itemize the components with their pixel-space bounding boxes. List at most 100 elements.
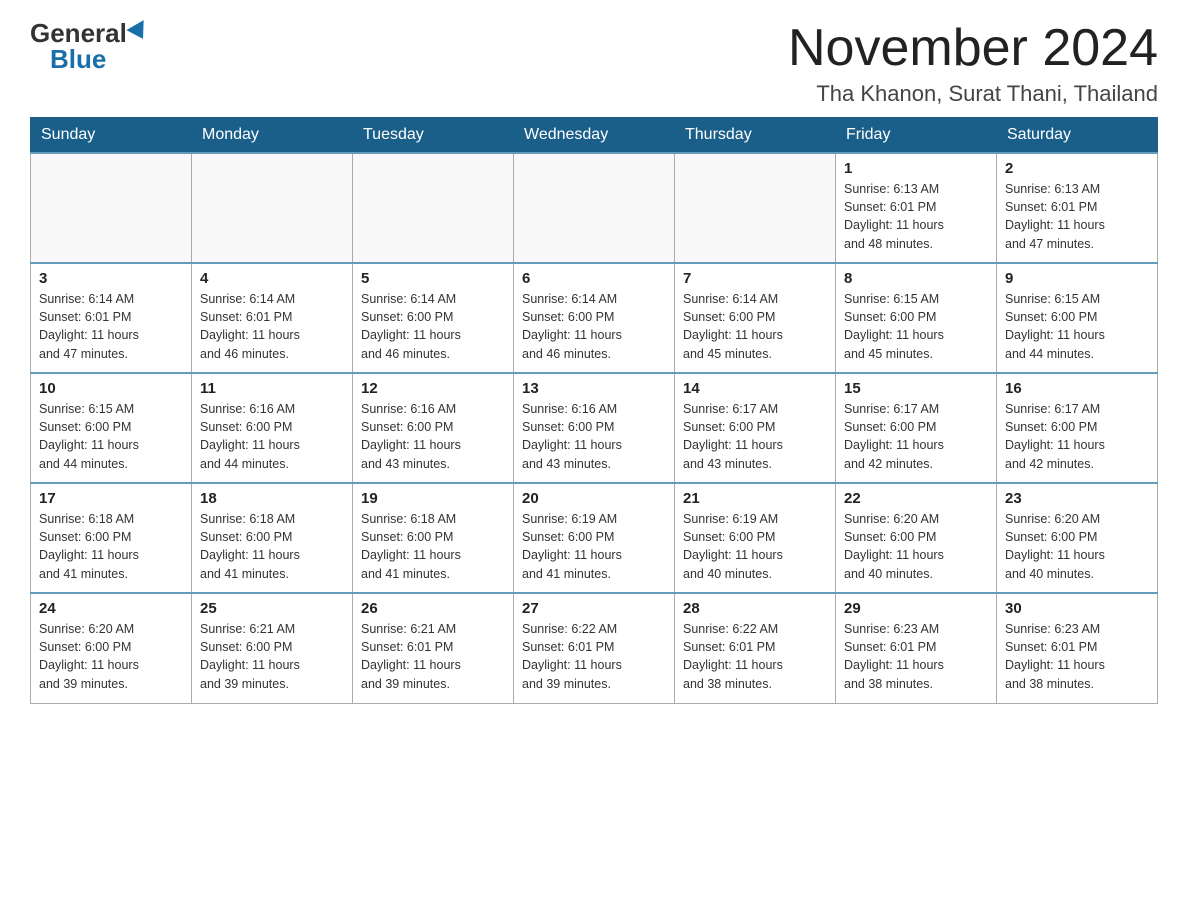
day-info: Sunrise: 6:23 AMSunset: 6:01 PMDaylight:…: [1005, 620, 1149, 693]
day-number: 8: [844, 270, 988, 287]
day-number: 6: [522, 270, 666, 287]
calendar-week-row: 10 Sunrise: 6:15 AMSunset: 6:00 PMDayligh…: [31, 373, 1158, 483]
day-info: Sunrise: 6:14 AMSunset: 6:01 PMDaylight:…: [200, 290, 344, 363]
day-number: 3: [39, 270, 183, 287]
day-info: Sunrise: 6:17 AMSunset: 6:00 PMDaylight:…: [683, 400, 827, 473]
day-number: 4: [200, 270, 344, 287]
table-row: 29Sunrise: 6:23 AMSunset: 6:01 PMDayligh…: [836, 593, 997, 703]
table-row: [192, 153, 353, 263]
col-wednesday: Wednesday: [514, 118, 675, 154]
day-number: 19: [361, 490, 505, 507]
table-row: [675, 153, 836, 263]
table-row: 11Sunrise: 6:16 AMSunset: 6:00 PMDayligh…: [192, 373, 353, 483]
table-row: 27 Sunrise: 6:22 AMSunset: 6:01 PMDayligh…: [514, 593, 675, 703]
day-info: Sunrise: 6:16 AMSunset: 6:00 PMDaylight:…: [200, 400, 344, 473]
day-number: 17: [39, 490, 183, 507]
table-row: 3Sunrise: 6:14 AMSunset: 6:01 PMDaylight…: [31, 263, 192, 373]
day-info: Sunrise: 6:15 AMSunset: 6:00 PMDaylight:…: [1005, 290, 1149, 363]
table-row: 16Sunrise: 6:17 AMSunset: 6:00 PMDayligh…: [997, 373, 1158, 483]
day-number: 5: [361, 270, 505, 287]
table-row: 30 Sunrise: 6:23 AMSunset: 6:01 PMDayligh…: [997, 593, 1158, 703]
table-row: 26Sunrise: 6:21 AMSunset: 6:01 PMDayligh…: [353, 593, 514, 703]
day-info: Sunrise: 6:22 AMSunset: 6:01 PMDaylight:…: [522, 620, 666, 693]
day-number: 12: [361, 380, 505, 397]
table-row: [31, 153, 192, 263]
col-tuesday: Tuesday: [353, 118, 514, 154]
day-number: 29: [844, 600, 988, 617]
day-info: Sunrise: 6:16 AMSunset: 6:00 PMDaylight:…: [522, 400, 666, 473]
day-info: Sunrise: 6:22 AMSunset: 6:01 PMDaylight:…: [683, 620, 827, 693]
table-row: 17Sunrise: 6:18 AMSunset: 6:00 PMDayligh…: [31, 483, 192, 593]
title-section: November 2024 Tha Khanon, Surat Thani, T…: [788, 20, 1158, 107]
calendar-week-row: 17 Sunrise: 6:18 AMSunset: 6:00 PMDayligh…: [31, 483, 1158, 593]
calendar-header-row: Sunday Monday Tuesday Wednesday Thursday…: [31, 118, 1158, 154]
table-row: 4 Sunrise: 6:14 AMSunset: 6:01 PMDaylight…: [192, 263, 353, 373]
col-sunday: Sunday: [31, 118, 192, 154]
col-thursday: Thursday: [675, 118, 836, 154]
day-info: Sunrise: 6:14 AMSunset: 6:00 PMDaylight:…: [361, 290, 505, 363]
table-row: 28 Sunrise: 6:22 AMSunset: 6:01 PMDayligh…: [675, 593, 836, 703]
table-row: 10 Sunrise: 6:15 AMSunset: 6:00 PMDayligh…: [31, 373, 192, 483]
calendar-table: Sunday Monday Tuesday Wednesday Thursday…: [30, 117, 1158, 704]
table-row: 25Sunrise: 6:21 AMSunset: 6:00 PMDayligh…: [192, 593, 353, 703]
table-row: 1 Sunrise: 6:13 AMSunset: 6:01 PMDaylight…: [836, 153, 997, 263]
day-info: Sunrise: 6:18 AMSunset: 6:00 PMDaylight:…: [361, 510, 505, 583]
calendar-week-row: 1 Sunrise: 6:13 AMSunset: 6:01 PMDaylight…: [31, 153, 1158, 263]
day-number: 2: [1005, 160, 1149, 177]
day-info: Sunrise: 6:20 AMSunset: 6:00 PMDaylight:…: [39, 620, 183, 693]
day-number: 27: [522, 600, 666, 617]
table-row: 24 Sunrise: 6:20 AMSunset: 6:00 PMDayligh…: [31, 593, 192, 703]
day-info: Sunrise: 6:21 AMSunset: 6:00 PMDaylight:…: [200, 620, 344, 693]
page-subtitle: Tha Khanon, Surat Thani, Thailand: [788, 81, 1158, 107]
table-row: 19 Sunrise: 6:18 AMSunset: 6:00 PMDayligh…: [353, 483, 514, 593]
calendar-week-row: 3 Sunrise: 6:14 AMSunset: 6:01 PMDaylight…: [31, 263, 1158, 373]
day-info: Sunrise: 6:17 AMSunset: 6:00 PMDaylight:…: [1005, 400, 1149, 473]
table-row: 18Sunrise: 6:18 AMSunset: 6:00 PMDayligh…: [192, 483, 353, 593]
table-row: 15 Sunrise: 6:17 AMSunset: 6:00 PMDayligh…: [836, 373, 997, 483]
day-number: 15: [844, 380, 988, 397]
day-number: 24: [39, 600, 183, 617]
table-row: [514, 153, 675, 263]
day-number: 26: [361, 600, 505, 617]
header: General Blue November 2024 Tha Khanon, S…: [30, 20, 1158, 107]
table-row: 7 Sunrise: 6:14 AMSunset: 6:00 PMDaylight…: [675, 263, 836, 373]
calendar-week-row: 24 Sunrise: 6:20 AMSunset: 6:00 PMDayligh…: [31, 593, 1158, 703]
day-number: 22: [844, 490, 988, 507]
day-number: 1: [844, 160, 988, 177]
logo: General Blue: [30, 20, 149, 72]
day-number: 20: [522, 490, 666, 507]
day-info: Sunrise: 6:16 AMSunset: 6:00 PMDaylight:…: [361, 400, 505, 473]
table-row: 13 Sunrise: 6:16 AMSunset: 6:00 PMDayligh…: [514, 373, 675, 483]
table-row: 20Sunrise: 6:19 AMSunset: 6:00 PMDayligh…: [514, 483, 675, 593]
logo-general-text: General: [30, 20, 127, 46]
table-row: 8 Sunrise: 6:15 AMSunset: 6:00 PMDaylight…: [836, 263, 997, 373]
day-number: 10: [39, 380, 183, 397]
day-number: 30: [1005, 600, 1149, 617]
day-info: Sunrise: 6:20 AMSunset: 6:00 PMDaylight:…: [1005, 510, 1149, 583]
day-number: 28: [683, 600, 827, 617]
col-friday: Friday: [836, 118, 997, 154]
day-info: Sunrise: 6:15 AMSunset: 6:00 PMDaylight:…: [844, 290, 988, 363]
day-number: 7: [683, 270, 827, 287]
table-row: 9 Sunrise: 6:15 AMSunset: 6:00 PMDaylight…: [997, 263, 1158, 373]
day-number: 14: [683, 380, 827, 397]
col-saturday: Saturday: [997, 118, 1158, 154]
day-info: Sunrise: 6:18 AMSunset: 6:00 PMDaylight:…: [200, 510, 344, 583]
table-row: 21Sunrise: 6:19 AMSunset: 6:00 PMDayligh…: [675, 483, 836, 593]
table-row: 14 Sunrise: 6:17 AMSunset: 6:00 PMDayligh…: [675, 373, 836, 483]
table-row: [353, 153, 514, 263]
logo-triangle-icon: [126, 20, 151, 44]
day-number: 23: [1005, 490, 1149, 507]
day-number: 9: [1005, 270, 1149, 287]
day-number: 21: [683, 490, 827, 507]
day-number: 13: [522, 380, 666, 397]
table-row: 22Sunrise: 6:20 AMSunset: 6:00 PMDayligh…: [836, 483, 997, 593]
table-row: 5 Sunrise: 6:14 AMSunset: 6:00 PMDaylight…: [353, 263, 514, 373]
table-row: 2Sunrise: 6:13 AMSunset: 6:01 PMDaylight…: [997, 153, 1158, 263]
day-info: Sunrise: 6:13 AMSunset: 6:01 PMDaylight:…: [844, 180, 988, 253]
col-monday: Monday: [192, 118, 353, 154]
day-info: Sunrise: 6:14 AMSunset: 6:00 PMDaylight:…: [522, 290, 666, 363]
day-info: Sunrise: 6:15 AMSunset: 6:00 PMDaylight:…: [39, 400, 183, 473]
day-info: Sunrise: 6:14 AMSunset: 6:00 PMDaylight:…: [683, 290, 827, 363]
day-info: Sunrise: 6:17 AMSunset: 6:00 PMDaylight:…: [844, 400, 988, 473]
